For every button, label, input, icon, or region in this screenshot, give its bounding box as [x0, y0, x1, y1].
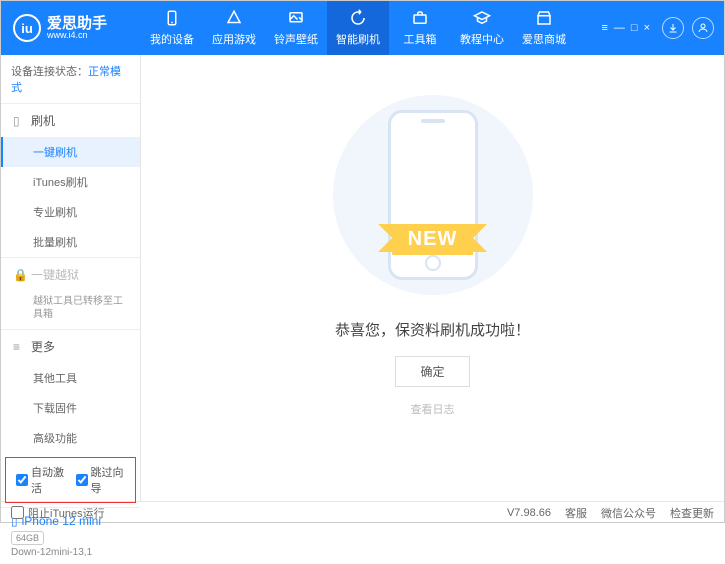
sidebar-header-more[interactable]: ≡ 更多 [1, 330, 140, 363]
minimize-icon[interactable]: — [614, 22, 625, 34]
footer-kefu[interactable]: 客服 [565, 505, 587, 521]
lock-icon: 🔒 [13, 268, 25, 282]
sidebar-header-jailbreak: 🔒 一键越狱 [1, 258, 140, 291]
checkbox-label: 跳过向导 [91, 464, 126, 496]
logo-area: iu 爱思助手 www.i4.cn [1, 14, 141, 42]
checkbox-block-itunes[interactable]: 阻止iTunes运行 [11, 505, 105, 521]
nav-label: 铃声壁纸 [274, 31, 318, 47]
nav-label: 工具箱 [404, 31, 437, 47]
main-content: NEW 恭喜您，保资料刷机成功啦！ 确定 查看日志 [141, 55, 724, 501]
nav-label: 智能刷机 [336, 31, 380, 47]
sidebar-item-batch[interactable]: 批量刷机 [1, 227, 140, 257]
sidebar: 设备连接状态：正常模式 ▯ 刷机 一键刷机 iTunes刷机 专业刷机 批量刷机… [1, 55, 141, 501]
status-label: 设备连接状态： [11, 66, 88, 78]
graduation-icon [473, 9, 491, 27]
account-button[interactable] [692, 17, 714, 39]
device-storage: 64GB [11, 531, 44, 545]
sidebar-header-label: 刷机 [31, 112, 55, 129]
app-name: 爱思助手 [47, 16, 107, 31]
device-model: Down-12mini-13,1 [11, 547, 130, 558]
download-button[interactable] [662, 17, 684, 39]
app-url: www.i4.cn [47, 31, 107, 40]
checkbox-input[interactable] [16, 474, 28, 486]
sidebar-item-oneclick[interactable]: 一键刷机 [1, 137, 140, 167]
nav-flash[interactable]: 智能刷机 [327, 1, 389, 55]
close-icon[interactable]: × [644, 22, 650, 34]
success-message: 恭喜您，保资料刷机成功啦！ [335, 319, 530, 340]
footer-wechat[interactable]: 微信公众号 [601, 505, 656, 521]
version-label: V7.98.66 [507, 507, 551, 519]
nav-label: 我的设备 [150, 31, 194, 47]
nav-apps[interactable]: 应用游戏 [203, 1, 265, 55]
nav-label: 爱思商城 [522, 31, 566, 47]
checkbox-label: 阻止iTunes运行 [28, 505, 105, 521]
nav-tutorials[interactable]: 教程中心 [451, 1, 513, 55]
checkbox-input[interactable] [11, 506, 24, 519]
menu-icon[interactable]: ≡ [601, 22, 607, 34]
nav-tabs: 我的设备 应用游戏 铃声壁纸 智能刷机 工具箱 教程中心 爱思商城 [141, 1, 601, 55]
phone-icon: ▯ [13, 114, 25, 128]
nav-ringtones[interactable]: 铃声壁纸 [265, 1, 327, 55]
sidebar-item-advanced[interactable]: 高级功能 [1, 423, 140, 453]
title-bar: iu 爱思助手 www.i4.cn 我的设备 应用游戏 铃声壁纸 智能刷机 工具… [1, 1, 724, 55]
nav-label: 应用游戏 [212, 31, 256, 47]
nav-my-device[interactable]: 我的设备 [141, 1, 203, 55]
footer-update[interactable]: 检查更新 [670, 505, 714, 521]
ok-button[interactable]: 确定 [395, 356, 469, 387]
checkbox-skip-guide[interactable]: 跳过向导 [76, 464, 126, 496]
jailbreak-note: 越狱工具已转移至工具箱 [1, 291, 140, 329]
user-icon [697, 22, 709, 34]
sidebar-item-other[interactable]: 其他工具 [1, 363, 140, 393]
logo-icon: iu [13, 14, 41, 42]
sidebar-item-pro[interactable]: 专业刷机 [1, 197, 140, 227]
more-icon: ≡ [13, 340, 25, 354]
nav-label: 教程中心 [460, 31, 504, 47]
checkbox-label: 自动激活 [31, 464, 66, 496]
refresh-icon [349, 9, 367, 27]
window-controls: ≡ — □ × [601, 22, 650, 34]
view-log-link[interactable]: 查看日志 [411, 401, 455, 417]
nav-toolbox[interactable]: 工具箱 [389, 1, 451, 55]
toolbox-icon [411, 9, 429, 27]
sidebar-item-itunes[interactable]: iTunes刷机 [1, 167, 140, 197]
wallpaper-icon [287, 9, 305, 27]
checkbox-input[interactable] [76, 474, 88, 486]
title-right: ≡ — □ × [601, 17, 724, 39]
sidebar-header-flash[interactable]: ▯ 刷机 [1, 104, 140, 137]
sidebar-header-label: 更多 [31, 338, 55, 355]
apps-icon [225, 9, 243, 27]
success-illustration: NEW [333, 95, 533, 295]
checkbox-auto-activate[interactable]: 自动激活 [16, 464, 66, 496]
download-icon [667, 22, 679, 34]
maximize-icon[interactable]: □ [631, 22, 638, 34]
checkbox-highlight-box: 自动激活 跳过向导 [5, 457, 136, 503]
sidebar-header-label: 一键越狱 [31, 266, 79, 283]
new-ribbon: NEW [392, 224, 474, 255]
connection-status: 设备连接状态：正常模式 [1, 55, 140, 103]
phone-icon [163, 9, 181, 27]
nav-store[interactable]: 爱思商城 [513, 1, 575, 55]
store-icon [535, 9, 553, 27]
sidebar-item-download[interactable]: 下载固件 [1, 393, 140, 423]
